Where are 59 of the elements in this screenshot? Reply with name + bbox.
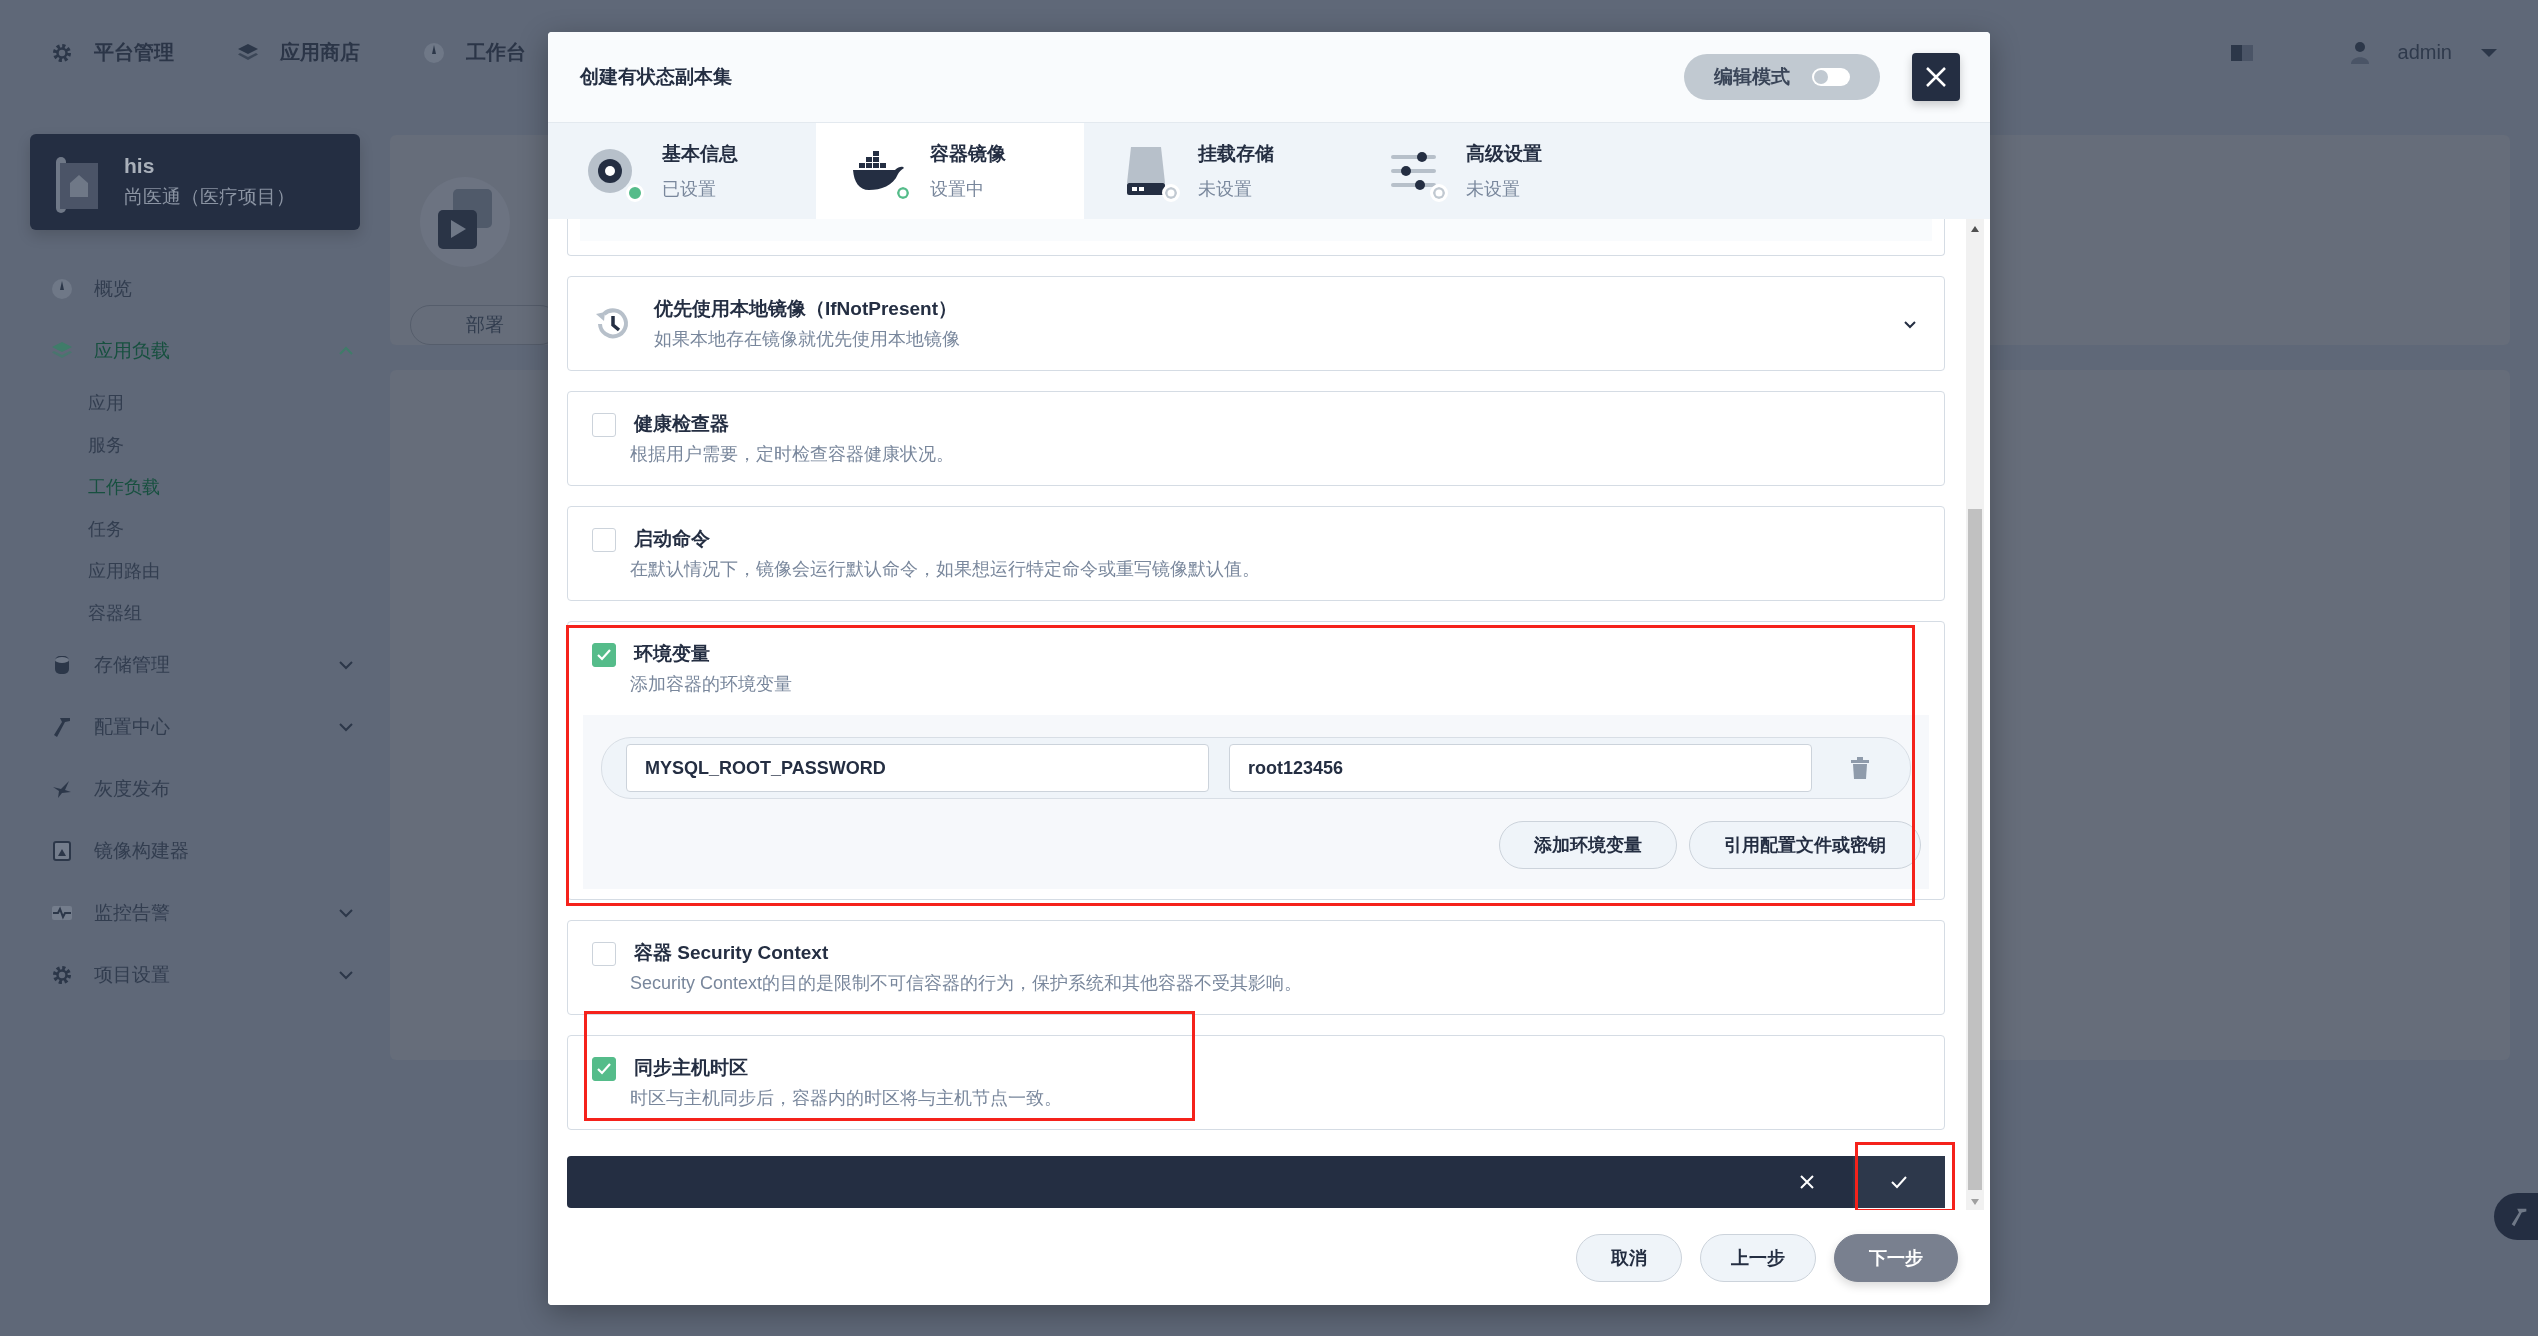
project-name: his [124,154,156,178]
env-button[interactable]: 添加环境变量 [1499,821,1677,869]
checkbox[interactable] [592,413,616,437]
step-tab[interactable]: 容器镜像 设置中 [816,123,1084,219]
footer-button[interactable]: 取消 [1576,1233,1682,1282]
check-icon [596,1062,612,1076]
close-icon [1925,66,1947,88]
footer-button[interactable]: 上一步 [1700,1233,1816,1282]
scrollbar[interactable] [1966,219,1984,1210]
section-title: 同步主机时区 [634,1056,749,1080]
env-button[interactable]: 引用配置文件或密钥 [1689,821,1921,869]
dialog-title: 创建有状态副本集 [580,65,732,89]
trash-icon[interactable] [1850,757,1870,779]
close-icon [1799,1174,1815,1190]
close-button[interactable] [1912,53,1960,101]
checkbox[interactable] [592,1057,616,1081]
section-title: 优先使用本地镜像（IfNotPresent） [654,296,958,321]
step-tab[interactable]: 基本信息 已设置 [548,123,816,219]
book-icon[interactable] [2229,42,2254,63]
dial-icon [422,40,446,65]
section-description: Security Context的目的是限制不可信容器的行为，保护系统和其他容器不受其影响。 [630,972,1303,995]
edit-mode-toggle[interactable]: 编辑模式 [1684,54,1880,100]
project-description: 尚医通（医疗项目） [124,185,295,209]
whale-icon [851,150,905,192]
section-title: 启动命令 [634,527,711,551]
section-description: 在默认情况下，镜像会运行默认命令，如果想运行特定命令或重写镜像默认值。 [630,558,1260,581]
checkbox[interactable] [592,942,616,966]
sidebar-subitem[interactable]: 工作负载 [88,475,160,499]
project-card[interactable]: his 尚医通（医疗项目） [30,134,360,230]
scroll-up-icon[interactable] [1970,225,1980,233]
section-description: 时区与主机同步后，容器内的时区将与主机节点一致。 [630,1087,1062,1110]
user-icon [2349,40,2370,65]
scroll-down-icon[interactable] [1970,1198,1980,1206]
check-icon [1890,1175,1908,1189]
confirm-button[interactable] [1853,1156,1945,1208]
step-tab[interactable]: 高级设置 未设置 [1352,123,1620,219]
disc-icon [586,147,634,195]
dial-icon [50,277,74,301]
check-icon [596,648,612,662]
checkbox[interactable] [592,528,616,552]
step-tab[interactable]: 挂载存储 未设置 [1084,123,1352,219]
section-title: 健康检查器 [634,412,730,436]
tool-button[interactable] [2494,1193,2538,1240]
caret-icon[interactable] [2480,47,2498,58]
checkbox[interactable] [592,643,616,667]
drive-icon [1125,145,1167,197]
play-icon [420,177,510,268]
sidebar-item[interactable]: 应用负载 [94,338,170,364]
section-description: 添加容器的环境变量 [630,673,792,696]
section-title: 容器 Security Context [634,941,830,965]
footer-button[interactable]: 下一步 [1834,1233,1958,1282]
image-icon [50,839,74,863]
section-title: 环境变量 [634,642,711,666]
value-field[interactable]: root123456 [1229,744,1812,792]
gear-icon [50,963,74,987]
sliders-icon [1390,149,1438,193]
name-field[interactable]: MYSQL_ROOT_PASSWORD [626,744,1209,792]
section-description: 如果本地存在镜像就优先使用本地镜像 [654,327,960,351]
section-description: 根据用户需要，定时检查容器健康状况。 [630,443,954,466]
